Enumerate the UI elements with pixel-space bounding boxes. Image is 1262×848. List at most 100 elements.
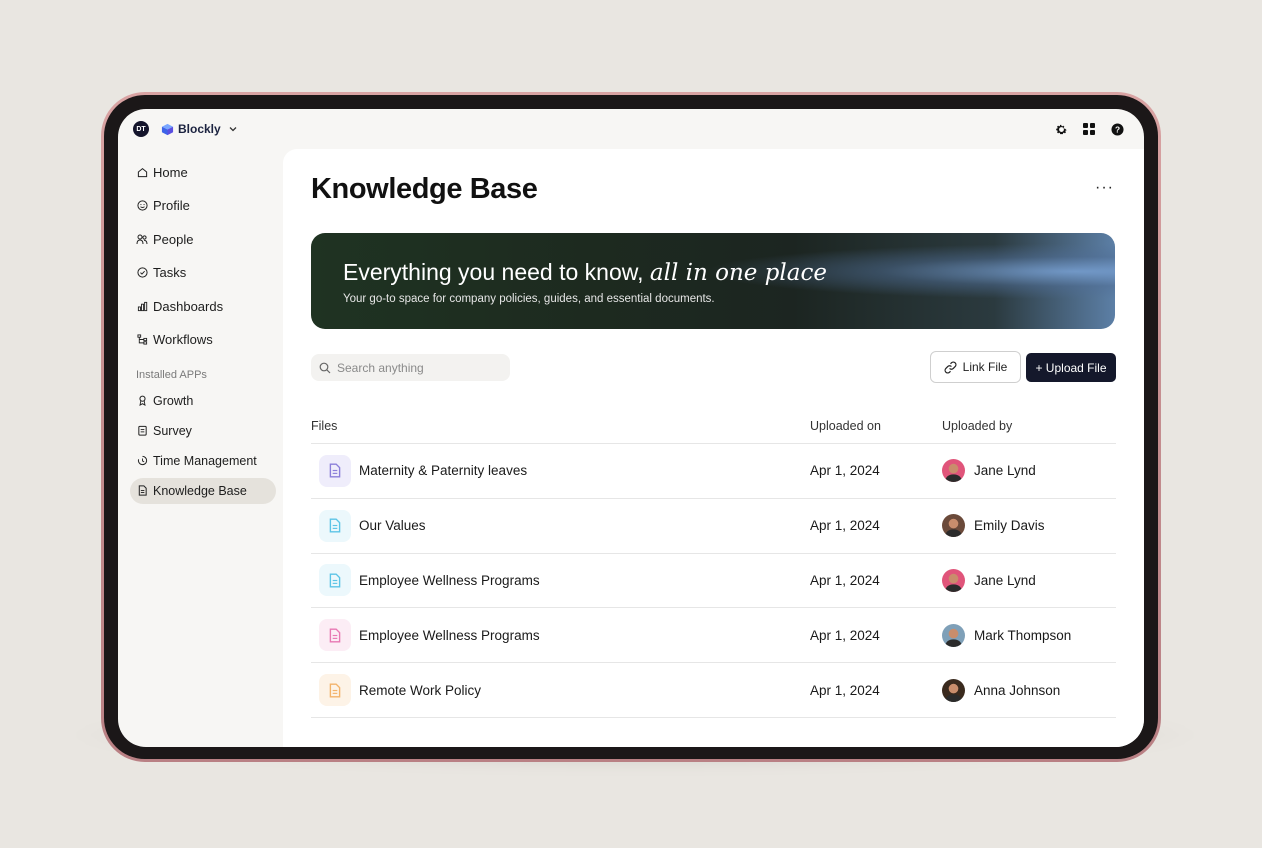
sidebar-item-growth[interactable]: Growth	[130, 388, 276, 414]
table-body: Maternity & Paternity leaves Apr 1, 2024…	[311, 444, 1116, 718]
sidebar-item-label: Survey	[153, 423, 192, 438]
table-header: Files Uploaded on Uploaded by	[311, 409, 1116, 444]
avatar	[942, 623, 965, 647]
sidebar-item-label: Tasks	[153, 265, 187, 280]
ribbon-icon	[136, 395, 148, 407]
people-icon	[136, 233, 148, 245]
timer-icon	[136, 455, 148, 467]
uploader-name: Jane Lynd	[974, 463, 1036, 479]
header-files[interactable]: Files	[311, 419, 810, 433]
workspace-switcher[interactable]: Blockly	[161, 122, 238, 136]
uploader-cell: Jane Lynd	[942, 459, 1116, 483]
file-name[interactable]: Employee Wellness Programs	[359, 573, 540, 588]
hero-banner: Everything you need to know, all in one …	[311, 233, 1115, 329]
hero-subtitle: Your go-to space for company policies, g…	[343, 293, 715, 305]
bar-chart-icon	[136, 300, 148, 312]
document-icon	[319, 509, 351, 542]
apps-grid-icon[interactable]	[1082, 122, 1096, 136]
document-icon	[319, 619, 351, 652]
tablet-frame: DT Blockly ? Home Profile People Tasks D…	[101, 92, 1161, 762]
uploader-name: Jane Lynd	[974, 572, 1036, 588]
avatar	[942, 459, 965, 483]
top-bar: DT Blockly ?	[118, 109, 1144, 149]
uploader-cell: Jane Lynd	[942, 568, 1116, 592]
search-icon	[319, 362, 331, 373]
uploader-cell: Mark Thompson	[942, 623, 1116, 647]
link-file-button[interactable]: Link File	[930, 351, 1021, 383]
more-options-button[interactable]: ···	[1095, 179, 1114, 197]
table-row[interactable]: Remote Work Policy Apr 1, 2024 Anna John…	[311, 663, 1116, 718]
file-name[interactable]: Our Values	[359, 518, 426, 533]
svg-text:?: ?	[1114, 124, 1119, 134]
avatar	[942, 514, 965, 538]
sidebar-item-label: People	[153, 231, 194, 247]
header-uploaded-on[interactable]: Uploaded on	[810, 419, 942, 433]
upload-date: Apr 1, 2024	[810, 682, 880, 698]
upload-date: Apr 1, 2024	[810, 518, 880, 534]
document-icon	[319, 564, 351, 597]
check-circle-icon	[136, 267, 148, 279]
sidebar-item-workflows[interactable]: Workflows	[130, 327, 276, 353]
table-row[interactable]: Maternity & Paternity leaves Apr 1, 2024…	[311, 444, 1116, 499]
sidebar-item-label: Home	[153, 164, 188, 180]
uploader-name: Emily Davis	[974, 518, 1045, 534]
tablet-bezel: DT Blockly ? Home Profile People Tasks D…	[104, 95, 1158, 759]
table-row[interactable]: Employee Wellness Programs Apr 1, 2024 M…	[311, 608, 1116, 664]
file-name[interactable]: Employee Wellness Programs	[359, 628, 540, 643]
workspace-name: Blockly	[178, 122, 221, 136]
org-avatar[interactable]: DT	[133, 121, 149, 137]
uploader-name: Mark Thompson	[974, 627, 1072, 643]
document-icon	[136, 485, 148, 497]
upload-date: Apr 1, 2024	[810, 627, 880, 643]
sidebar-item-people[interactable]: People	[130, 226, 276, 252]
sidebar-item-home[interactable]: Home	[130, 159, 276, 185]
sidebar-item-knowledge-base[interactable]: Knowledge Base	[130, 477, 276, 504]
header-uploaded-by[interactable]: Uploaded by	[942, 419, 1116, 433]
table-row[interactable]: Employee Wellness Programs Apr 1, 2024 J…	[311, 554, 1116, 609]
sidebar-item-label: Dashboards	[153, 298, 224, 314]
app-screen: DT Blockly ? Home Profile People Tasks D…	[118, 109, 1144, 747]
clipboard-icon	[136, 425, 148, 437]
sidebar-item-label: Time Management	[153, 453, 257, 468]
file-name[interactable]: Maternity & Paternity leaves	[359, 463, 527, 478]
uploader-cell: Anna Johnson	[942, 678, 1116, 702]
avatar	[942, 568, 965, 592]
sidebar-item-profile[interactable]: Profile	[130, 193, 276, 219]
file-cell: Remote Work Policy	[311, 674, 810, 707]
main-panel: Knowledge Base ··· Everything you need t…	[283, 149, 1144, 747]
search-input[interactable]	[337, 360, 497, 375]
hero-title-italic: all in one place	[649, 260, 827, 286]
help-icon[interactable]: ?	[1110, 122, 1124, 136]
search-box[interactable]	[311, 354, 510, 381]
smiley-icon	[136, 200, 148, 212]
home-icon	[136, 166, 148, 178]
files-table: Files Uploaded on Uploaded by Maternity …	[311, 409, 1116, 718]
sidebar-item-label: Workflows	[153, 332, 213, 347]
hero-title: Everything you need to know, all in one …	[343, 259, 827, 286]
gear-icon[interactable]	[1054, 122, 1068, 136]
sidebar-item-dashboards[interactable]: Dashboards	[130, 293, 276, 319]
file-name[interactable]: Remote Work Policy	[359, 683, 481, 698]
document-icon	[319, 674, 351, 707]
file-cell: Employee Wellness Programs	[311, 619, 810, 652]
sidebar-item-tasks[interactable]: Tasks	[130, 260, 276, 286]
uploader-cell: Emily Davis	[942, 514, 1116, 538]
page-title: Knowledge Base	[311, 173, 538, 205]
upload-date: Apr 1, 2024	[810, 463, 880, 479]
cube-logo-icon	[161, 123, 174, 135]
sidebar-item-time-management[interactable]: Time Management	[130, 448, 276, 474]
link-icon	[944, 361, 957, 373]
hero-title-plain: Everything you need to know,	[343, 259, 650, 285]
sidebar: Home Profile People Tasks Dashboards Wor…	[130, 159, 276, 508]
workflow-icon	[136, 334, 148, 346]
upload-date: Apr 1, 2024	[810, 572, 880, 588]
sidebar-item-label: Knowledge Base	[153, 483, 247, 498]
document-icon	[319, 454, 351, 487]
sidebar-item-survey[interactable]: Survey	[130, 418, 276, 444]
avatar	[942, 678, 965, 702]
upload-file-button[interactable]: + Upload File	[1026, 353, 1116, 382]
chevron-down-icon	[229, 127, 237, 132]
sidebar-item-label: Profile	[153, 198, 190, 213]
table-row[interactable]: Our Values Apr 1, 2024 Emily Davis	[311, 499, 1116, 554]
file-cell: Maternity & Paternity leaves	[311, 454, 810, 487]
